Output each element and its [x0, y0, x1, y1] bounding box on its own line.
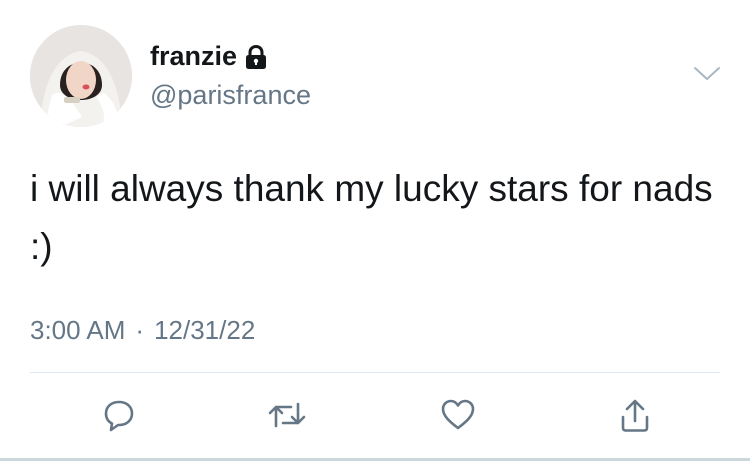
display-name[interactable]: franzie	[150, 38, 237, 74]
heart-icon	[440, 398, 476, 437]
reply-button[interactable]	[94, 392, 144, 442]
retweet-arrows-icon	[267, 398, 307, 437]
author-name-row: franzie	[150, 38, 267, 74]
speech-bubble-icon	[102, 398, 136, 437]
meta-separator: ·	[135, 315, 145, 345]
tweet-time[interactable]: 3:00 AM	[30, 312, 125, 348]
handle[interactable]: @parisfrance	[150, 77, 311, 113]
divider	[30, 372, 720, 373]
avatar[interactable]	[30, 25, 132, 127]
share-upload-icon	[618, 397, 652, 438]
action-bar	[0, 392, 750, 442]
tweet-date[interactable]: 12/31/22	[154, 312, 255, 348]
tweet-meta: 3:00 AM · 12/31/22	[30, 312, 255, 348]
retweet-button[interactable]	[262, 392, 312, 442]
share-button[interactable]	[610, 392, 660, 442]
chevron-down-icon[interactable]	[692, 62, 722, 86]
tweet-text: i will always thank my lucky stars for n…	[30, 168, 713, 267]
lock-icon	[245, 45, 267, 69]
like-button[interactable]	[433, 392, 483, 442]
